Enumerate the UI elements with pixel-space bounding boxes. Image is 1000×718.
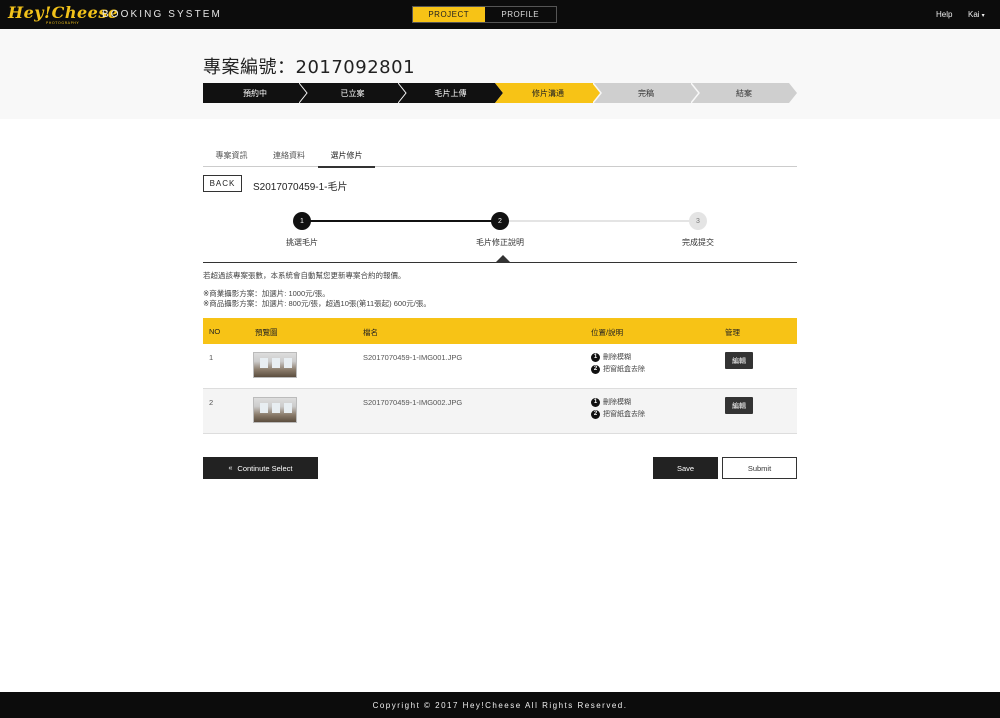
progress-step-retouch: 修片溝通 [495,83,601,103]
stepper-label-3: 完成提交 [682,238,714,247]
thumbnail-window [272,358,280,368]
note-text: 把窗紙盒去除 [603,366,645,373]
copyright-text: Copyright © 2017 Hey!Cheese All Rights R… [372,700,628,710]
note-number-badge: 2 [591,409,600,419]
stepper-divider [203,262,797,263]
stepper-label-2: 毛片修正說明 [476,238,524,247]
tab-contact-info[interactable]: 連絡資料 [260,144,318,167]
position-notes: 1 刪除模糊 2 把窗紙盒去除 [591,396,645,420]
progress-step-reserving: 預約中 [203,83,307,103]
table-row: 1 S2017070459-1-IMG001.JPG 1 刪除模糊 2 把窗紙盒去除… [203,344,797,389]
note-text: 把窗紙盒去除 [603,411,645,418]
stepper-line-incomplete [500,220,698,222]
progress-step-filed: 已立案 [299,83,406,103]
progress-step-upload: 毛片上傳 [398,83,503,103]
note-number-badge: 2 [591,364,600,374]
tab-select-retouch[interactable]: 選片修片 [318,144,375,168]
thumbnail-window [272,403,280,413]
stepper-pointer-icon [496,255,510,262]
note-item: 2 把窗紙盒去除 [591,363,645,375]
notes-line: ※商品攝影方案：加選片: 800元/張，超過10張(第11張起) 600元/張。 [203,299,431,308]
selection-stepper: 1 2 3 挑選毛片 毛片修正說明 完成提交 [203,208,797,264]
folder-title: S2017070459-1-毛片 [253,182,348,193]
file-name: S2017070459-1-IMG001.JPG [363,353,463,362]
column-header-preview: 預覽圖 [255,328,278,337]
thumbnail-window [284,403,292,413]
preview-thumbnail[interactable] [253,352,297,378]
note-item: 2 把窗紙盒去除 [591,408,645,420]
thumbnail-window [260,403,268,413]
row-number: 1 [209,353,214,362]
user-name: Kai [968,10,980,19]
position-notes: 1 刪除模糊 2 把窗紙盒去除 [591,351,645,375]
preview-thumbnail[interactable] [253,397,297,423]
stepper-label-1: 挑選毛片 [286,238,318,247]
tab-project-info[interactable]: 專案資訊 [203,144,260,167]
progress-step-label: 完稿 [638,88,654,98]
progress-step-label: 預約中 [243,88,267,98]
note-text: 刪除模糊 [603,354,631,361]
photo-table: NO 預覽圖 檔名 位置/說明 管理 1 S2017070459-1-IMG00… [203,318,797,434]
progress-step-label: 修片溝通 [532,88,564,98]
tab-profile[interactable]: PROFILE [484,7,556,22]
stepper-circle-2: 2 [491,212,509,230]
column-header-filename: 檔名 [363,328,378,337]
page-title: 專案編號：2017092801 [203,57,416,78]
progress-step-closed: 結案 [691,83,797,103]
chevron-left-icon: « [228,464,233,472]
submit-button[interactable]: Submit [722,457,797,479]
edit-button[interactable]: 編輯 [725,352,753,369]
thumbnail-window [284,358,292,368]
tab-project[interactable]: PROJECT [413,7,485,22]
progress-step-label: 結案 [736,88,752,98]
project-progress: 預約中 已立案 毛片上傳 修片溝通 完稿 結案 [203,83,797,103]
note-number-badge: 1 [591,352,600,362]
edit-button[interactable]: 編輯 [725,397,753,414]
stepper-line-complete [302,220,500,222]
table-header: NO 預覽圖 檔名 位置/說明 管理 [203,318,797,344]
brand-logo-subtitle: PHOTOGRAPHY [46,21,80,25]
back-button[interactable]: BACK [203,175,242,192]
stepper-circle-3: 3 [689,212,707,230]
help-link[interactable]: Help [936,10,952,19]
continue-select-label: Continute Select [237,463,293,473]
user-menu[interactable]: Kai ▾ [968,10,985,19]
stepper-circle-1: 1 [293,212,311,230]
thumbnail-window [260,358,268,368]
top-navbar: Hey!Cheese PHOTOGRAPHY BOOKING SYSTEM PR… [0,0,1000,29]
top-tab-group: PROJECT PROFILE [412,6,557,23]
file-name: S2017070459-1-IMG002.JPG [363,398,463,407]
progress-step-label: 毛片上傳 [434,88,467,98]
save-button[interactable]: Save [653,457,718,479]
notes-line: ※商業攝影方案：加選片: 1000元/張。 [203,289,330,298]
caret-down-icon: ▾ [981,13,985,19]
page-header [0,29,1000,119]
note-item: 1 刪除模糊 [591,351,645,363]
notes-line: 若超過該專案張數，本系統會自動幫您更新專案合約的報價。 [203,271,406,280]
continue-select-button[interactable]: « Continute Select [203,457,318,479]
row-number: 2 [209,398,214,407]
pricing-notes: 若超過該專案張數，本系統會自動幫您更新專案合約的報價。 ※商業攝影方案：加選片:… [203,271,431,309]
note-text: 刪除模糊 [603,399,631,406]
column-header-manage: 管理 [725,328,740,337]
page-footer: Copyright © 2017 Hey!Cheese All Rights R… [0,692,1000,718]
note-number-badge: 1 [591,397,600,407]
app-name: BOOKING SYSTEM [102,9,222,20]
note-item: 1 刪除模糊 [591,396,645,408]
sub-tab-bar: 專案資訊 連絡資料 選片修片 [203,144,797,168]
table-row: 2 S2017070459-1-IMG002.JPG 1 刪除模糊 2 把窗紙盒去除… [203,389,797,434]
progress-step-final: 完稿 [593,83,699,103]
column-header-position: 位置/說明 [591,328,624,337]
progress-step-label: 已立案 [340,88,365,98]
column-header-no: NO [209,327,221,336]
